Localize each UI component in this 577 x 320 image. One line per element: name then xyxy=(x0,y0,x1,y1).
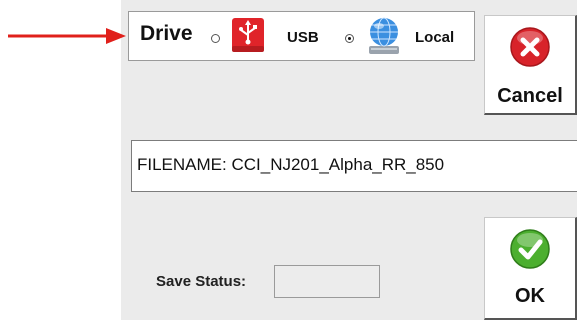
cancel-x-icon xyxy=(510,27,550,67)
ok-button[interactable]: OK xyxy=(484,217,577,320)
cancel-button-label: Cancel xyxy=(497,85,563,107)
drive-selector: Drive USB Local xyxy=(128,11,475,61)
save-status-label: Save Status: xyxy=(156,273,247,290)
local-option-label: Local xyxy=(415,29,455,46)
ok-button-label: OK xyxy=(515,285,545,307)
filename-text: FILENAME: CCI_NJ201_Alpha_RR_850 xyxy=(137,155,445,174)
usb-drive-icon[interactable] xyxy=(230,16,266,56)
filename-field[interactable]: FILENAME: CCI_NJ201_Alpha_RR_850 xyxy=(131,140,577,192)
local-radio[interactable] xyxy=(345,34,354,43)
drive-label: Drive xyxy=(140,22,193,45)
cancel-button[interactable]: Cancel xyxy=(484,15,577,115)
save-status-field xyxy=(274,265,380,298)
ok-checkmark-icon xyxy=(510,229,550,269)
annotation-arrow-icon xyxy=(8,28,126,44)
local-disk-globe-icon[interactable] xyxy=(365,16,403,56)
usb-radio[interactable] xyxy=(211,34,220,43)
usb-option-label: USB xyxy=(287,29,319,46)
